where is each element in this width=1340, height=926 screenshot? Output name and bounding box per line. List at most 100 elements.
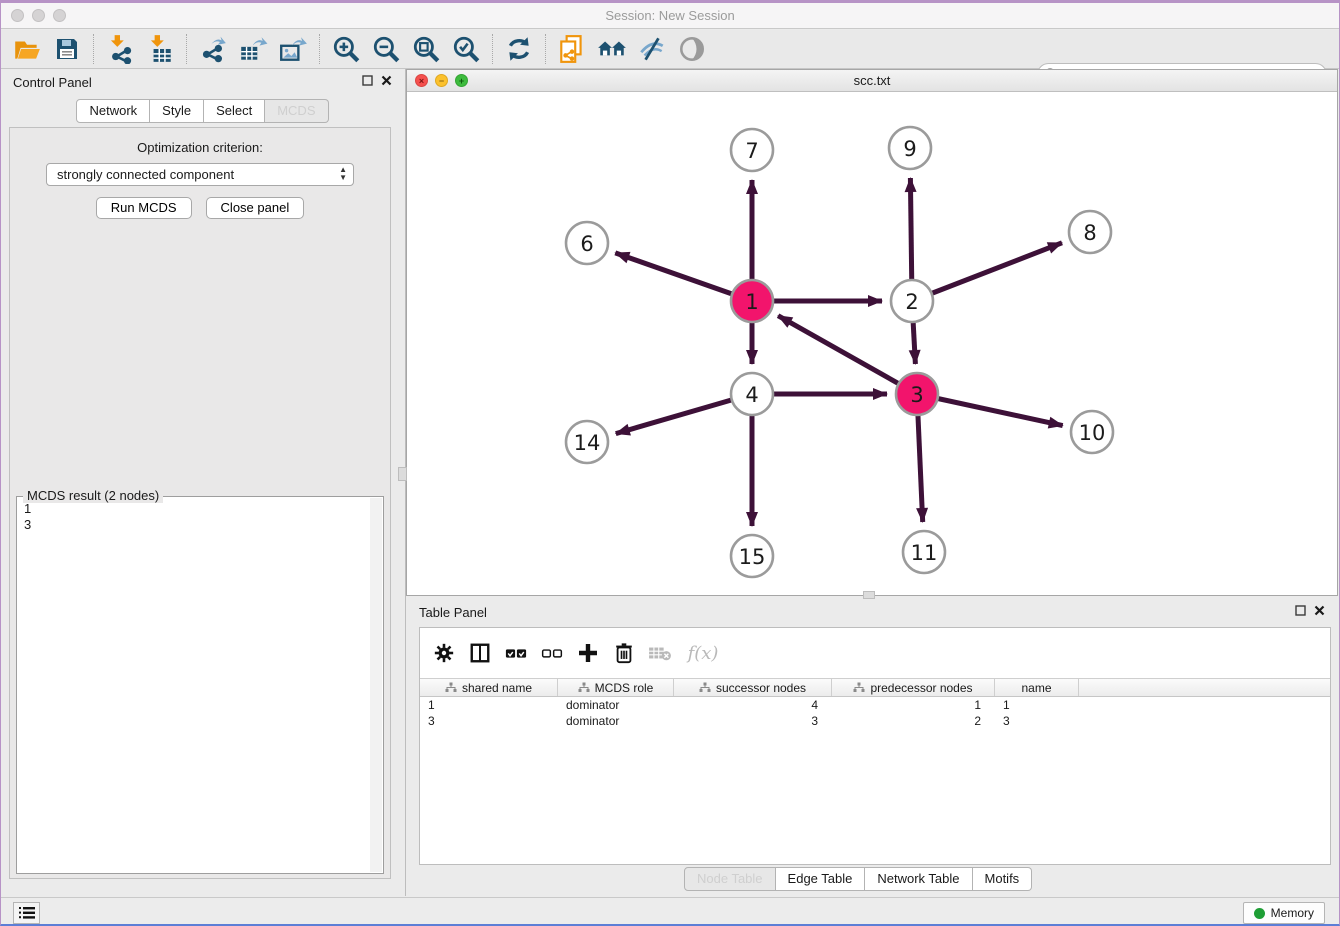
open-file-button[interactable]: [7, 31, 47, 67]
column-header-shared-name[interactable]: shared name: [420, 679, 558, 696]
tab-node-table[interactable]: Node Table: [684, 867, 776, 891]
float-panel-icon[interactable]: [362, 75, 373, 86]
close-panel-icon[interactable]: [381, 75, 392, 86]
svg-text:11: 11: [911, 541, 938, 565]
tab-mcds[interactable]: MCDS: [265, 99, 328, 123]
zoom-in-button[interactable]: [326, 31, 366, 67]
show-network-button[interactable]: [672, 31, 712, 67]
node-1[interactable]: 1: [731, 280, 773, 322]
show-all-networks-button[interactable]: [592, 31, 632, 67]
svg-text:2: 2: [905, 290, 918, 314]
horizontal-splitter-grip[interactable]: [863, 591, 875, 599]
window-titlebar: Session: New Session: [1, 3, 1339, 29]
svg-text:1: 1: [745, 290, 758, 314]
close-panel-button[interactable]: Close panel: [206, 197, 305, 219]
tab-style[interactable]: Style: [150, 99, 204, 123]
list-icon: [19, 906, 35, 920]
memory-button[interactable]: Memory: [1243, 902, 1325, 924]
node-9[interactable]: 9: [889, 127, 931, 169]
table-settings-button[interactable]: [428, 638, 460, 668]
column-header-predecessor-nodes[interactable]: predecessor nodes: [832, 679, 995, 696]
show-columns-button[interactable]: [464, 638, 496, 668]
svg-text:15: 15: [739, 545, 766, 569]
houses-icon: [596, 34, 628, 64]
toolbar-separator: [186, 34, 187, 64]
task-history-button[interactable]: [13, 902, 40, 924]
table-header: shared name MCDS role successor nodes pr…: [420, 678, 1330, 697]
apply-layout-button[interactable]: [499, 31, 539, 67]
table-panel-title: Table Panel: [419, 605, 487, 620]
node-14[interactable]: 14: [566, 421, 608, 463]
column-header-mcds-role[interactable]: MCDS role: [558, 679, 674, 696]
zoom-fit-button[interactable]: [406, 31, 446, 67]
criterion-select[interactable]: strongly connected component ▲▼: [46, 163, 354, 186]
mcds-result-box: MCDS result (2 nodes) 1 3: [16, 496, 384, 874]
mcds-result-text[interactable]: 1 3: [19, 501, 369, 871]
open-folder-icon: [12, 34, 42, 64]
export-table-button[interactable]: [233, 31, 273, 67]
hide-network-button[interactable]: [632, 31, 672, 67]
import-network-button[interactable]: [100, 31, 140, 67]
memory-status-icon: [1254, 908, 1265, 919]
tab-edge-table[interactable]: Edge Table: [776, 867, 866, 891]
zoom-out-button[interactable]: [366, 31, 406, 67]
edge-3-10[interactable]: [917, 394, 1063, 426]
node-11[interactable]: 11: [903, 531, 945, 573]
result-scrollbar[interactable]: [370, 498, 382, 872]
network-window-title: scc.txt: [407, 73, 1337, 88]
export-network-icon: [198, 34, 228, 64]
export-image-button[interactable]: [273, 31, 313, 67]
application-window: Session: New Session: [0, 0, 1340, 926]
node-15[interactable]: 15: [731, 535, 773, 577]
trash-icon: [613, 641, 635, 665]
refresh-icon: [504, 34, 534, 64]
column-header-successor-nodes[interactable]: successor nodes: [674, 679, 832, 696]
deselect-all-icon: [539, 642, 565, 664]
save-icon: [53, 35, 81, 63]
tab-network[interactable]: Network: [76, 99, 150, 123]
edge-2-8[interactable]: [912, 243, 1062, 301]
tab-network-table[interactable]: Network Table: [865, 867, 972, 891]
zoom-out-icon: [371, 34, 401, 64]
run-mcds-button[interactable]: Run MCDS: [96, 197, 192, 219]
hide-eye-icon: [637, 34, 667, 64]
import-table-icon: [145, 34, 175, 64]
node-2[interactable]: 2: [891, 280, 933, 322]
node-6[interactable]: 6: [566, 222, 608, 264]
zoom-selected-button[interactable]: [446, 31, 486, 67]
node-4[interactable]: 4: [731, 373, 773, 415]
edge-3-1[interactable]: [778, 316, 917, 394]
network-canvas[interactable]: 7 9 6 8 1 2 4 3 14 10 15 11: [407, 92, 1337, 595]
import-network-icon: [105, 34, 135, 64]
import-table-button[interactable]: [140, 31, 180, 67]
svg-text:7: 7: [745, 139, 758, 163]
table-row[interactable]: 1 dominator 4 1 1: [420, 697, 1330, 713]
node-10[interactable]: 10: [1071, 411, 1113, 453]
network-window-titlebar[interactable]: × − + scc.txt: [407, 70, 1337, 92]
select-all-button[interactable]: [500, 638, 532, 668]
vertical-splitter-grip[interactable]: [398, 467, 407, 481]
node-7[interactable]: 7: [731, 129, 773, 171]
delete-row-button[interactable]: [608, 638, 640, 668]
control-panel-title: Control Panel: [13, 75, 92, 90]
control-panel: Control Panel Network Style Select MCDS …: [1, 69, 404, 897]
save-session-button[interactable]: [47, 31, 87, 67]
export-image-icon: [278, 34, 308, 64]
float-table-panel-icon[interactable]: [1295, 605, 1306, 616]
deselect-all-button[interactable]: [536, 638, 568, 668]
tab-select[interactable]: Select: [204, 99, 265, 123]
column-header-name[interactable]: name: [995, 679, 1079, 696]
svg-text:9: 9: [903, 137, 916, 161]
delete-table-button: [644, 638, 676, 668]
export-network-button[interactable]: [193, 31, 233, 67]
columns-icon: [469, 642, 491, 664]
svg-text:6: 6: [580, 232, 593, 256]
node-3[interactable]: 3: [896, 373, 938, 415]
table-row[interactable]: 3 dominator 3 2 3: [420, 713, 1330, 729]
tab-motifs[interactable]: Motifs: [973, 867, 1033, 891]
close-table-panel-icon[interactable]: [1314, 605, 1325, 616]
node-8[interactable]: 8: [1069, 211, 1111, 253]
clone-network-button[interactable]: [552, 31, 592, 67]
add-row-button[interactable]: [572, 638, 604, 668]
network-graph[interactable]: 7 9 6 8 1 2 4 3 14 10 15 11: [407, 92, 1337, 595]
